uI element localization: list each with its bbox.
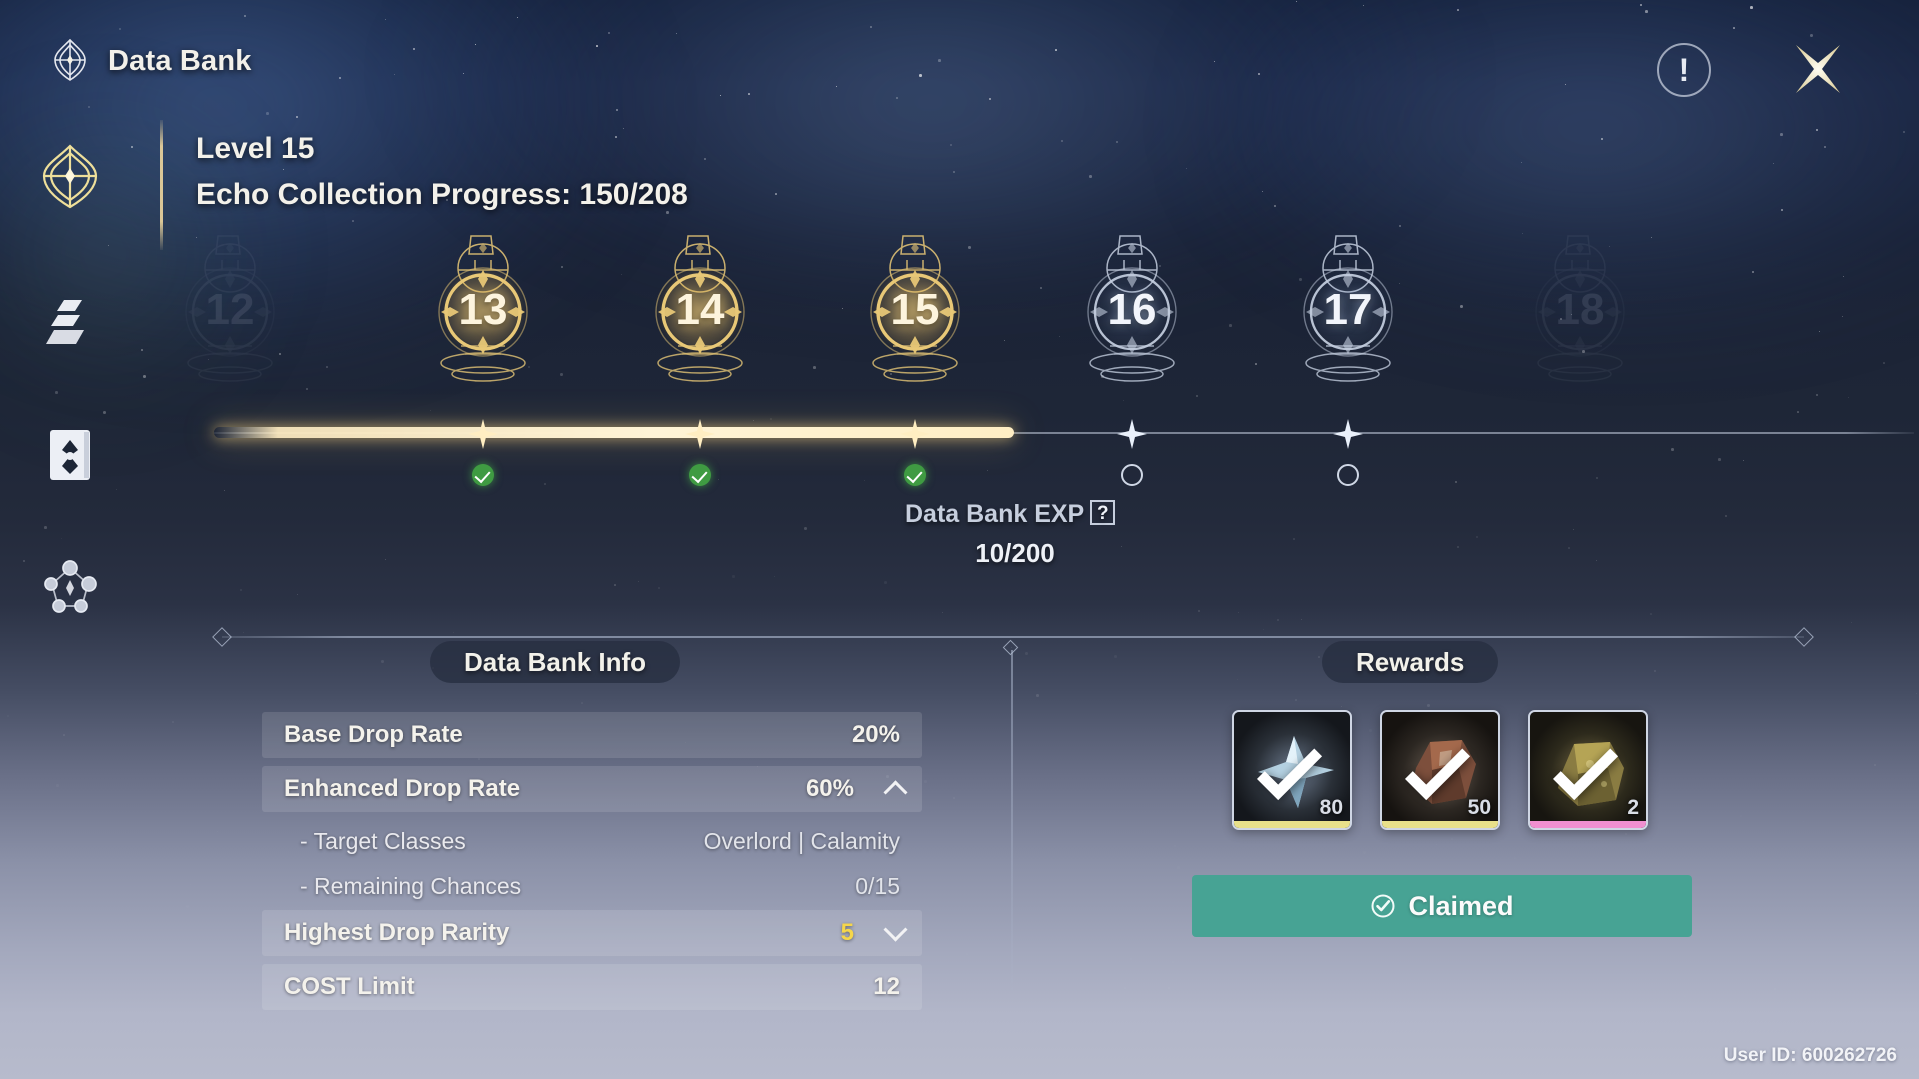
info-row-value: 0/15 <box>855 873 900 899</box>
level-node-14[interactable]: 14 <box>620 230 780 430</box>
reward-card[interactable]: 80 <box>1232 710 1352 830</box>
data-bank-info-table: Base Drop Rate 20% Enhanced Drop Rate 60% - … <box>262 712 922 1018</box>
reward-rarity-bar <box>1382 821 1498 828</box>
info-row-key: Highest Drop Rarity <box>284 919 510 946</box>
level-node-marker-15 <box>904 464 926 486</box>
sidebar-item-data-bank[interactable] <box>34 140 106 212</box>
info-row-value: 5 <box>840 919 854 946</box>
section-divider-vertical <box>1011 650 1013 990</box>
info-row-key: Base Drop Rate <box>284 721 463 748</box>
rewards-title: Rewards <box>1322 641 1499 683</box>
reward-rarity-bar <box>1234 821 1350 828</box>
level-node-16[interactable]: 16 <box>1052 230 1212 430</box>
info-row-key: Enhanced Drop Rate <box>284 775 521 802</box>
reward-card-list: 80 50 2 <box>1232 710 1648 830</box>
info-row-key: COST Limit <box>284 973 415 1000</box>
level-node-marker-16 <box>1121 464 1143 486</box>
level-node-number: 12 <box>205 285 255 334</box>
sidebar-item-echo-network[interactable] <box>34 550 106 622</box>
echo-collection-progress-text: Echo Collection Progress: 150/208 <box>196 178 688 211</box>
data-bank-info-title: Data Bank Info <box>430 641 681 683</box>
reward-quantity: 80 <box>1319 796 1343 819</box>
data-bank-emblem-icon <box>47 37 93 83</box>
level-node-number: 13 <box>458 285 508 334</box>
level-node-15[interactable]: 15 <box>835 230 995 430</box>
level-node-number: 18 <box>1555 285 1605 334</box>
reward-card[interactable]: 2 <box>1528 710 1648 830</box>
data-bank-screen: Data Bank ! Level 15 Echo Collection Pro… <box>0 0 1919 1079</box>
reward-quantity: 2 <box>1627 796 1639 819</box>
info-row-value: Overlord | Calamity <box>703 828 900 854</box>
exp-label-text: Data Bank EXP <box>905 500 1085 528</box>
reward-rarity-bar <box>1530 821 1646 828</box>
level-node-12: 12 <box>150 230 310 430</box>
reward-quantity: 50 <box>1467 796 1491 819</box>
check-circle-icon <box>1370 893 1396 919</box>
echo-network-nodes-icon <box>44 560 97 613</box>
divider-diamond-right <box>1794 627 1814 647</box>
level-node-number: 17 <box>1323 285 1373 334</box>
data-bank-emblem-icon <box>42 144 98 209</box>
level-node-number: 14 <box>675 285 725 334</box>
claim-button-label: Claimed <box>1408 890 1514 921</box>
info-button[interactable]: ! <box>1657 43 1711 97</box>
user-id-text: User ID: 600262726 <box>1723 1045 1897 1066</box>
level-node-18: 18 <box>1500 230 1660 430</box>
info-row: COST Limit 12 <box>262 964 922 1010</box>
info-row: Base Drop Rate 20% <box>262 712 922 758</box>
chevron-down-icon[interactable] <box>883 917 908 942</box>
level-node-marker-17 <box>1337 464 1359 486</box>
info-row: - Remaining Chances 0/15 <box>262 865 922 908</box>
level-node-17[interactable]: 17 <box>1268 230 1428 430</box>
level-node-marker-14 <box>689 464 711 486</box>
info-row-key: - Remaining Chances <box>300 873 522 899</box>
info-row-value: 20% <box>851 721 900 748</box>
chevron-up-icon[interactable] <box>883 780 908 805</box>
close-button[interactable] <box>1787 38 1849 100</box>
data-bank-exp-label: Data Bank EXP? <box>905 500 1116 529</box>
level-node-number: 15 <box>890 285 940 334</box>
exclamation-circle-icon: ! <box>1678 52 1690 88</box>
section-divider-horizontal <box>222 636 1804 638</box>
level-text: Level 15 <box>196 132 315 165</box>
info-row[interactable]: Enhanced Drop Rate 60% <box>262 766 922 812</box>
info-row-value: 60% <box>805 775 854 802</box>
level-node-13[interactable]: 13 <box>403 230 563 430</box>
claim-button[interactable]: Claimed <box>1192 875 1692 937</box>
exp-help-button[interactable]: ? <box>1090 500 1116 525</box>
info-row-key: - Target Classes <box>300 828 466 854</box>
level-node-number: 16 <box>1107 285 1157 334</box>
reward-card[interactable]: 50 <box>1380 710 1500 830</box>
page-title: Data Bank <box>108 45 252 77</box>
info-row: - Target Classes Overlord | Calamity <box>262 820 922 863</box>
data-bank-exp-value: 10/200 <box>975 538 1055 568</box>
divider-diamond-left <box>212 627 232 647</box>
level-node-marker-13 <box>472 464 494 486</box>
four-point-star-close-icon <box>1796 45 1840 93</box>
info-row-value: 12 <box>873 973 900 1000</box>
info-row[interactable]: Highest Drop Rarity 5 <box>262 910 922 956</box>
top-bar: Data Bank ! <box>0 0 1919 118</box>
